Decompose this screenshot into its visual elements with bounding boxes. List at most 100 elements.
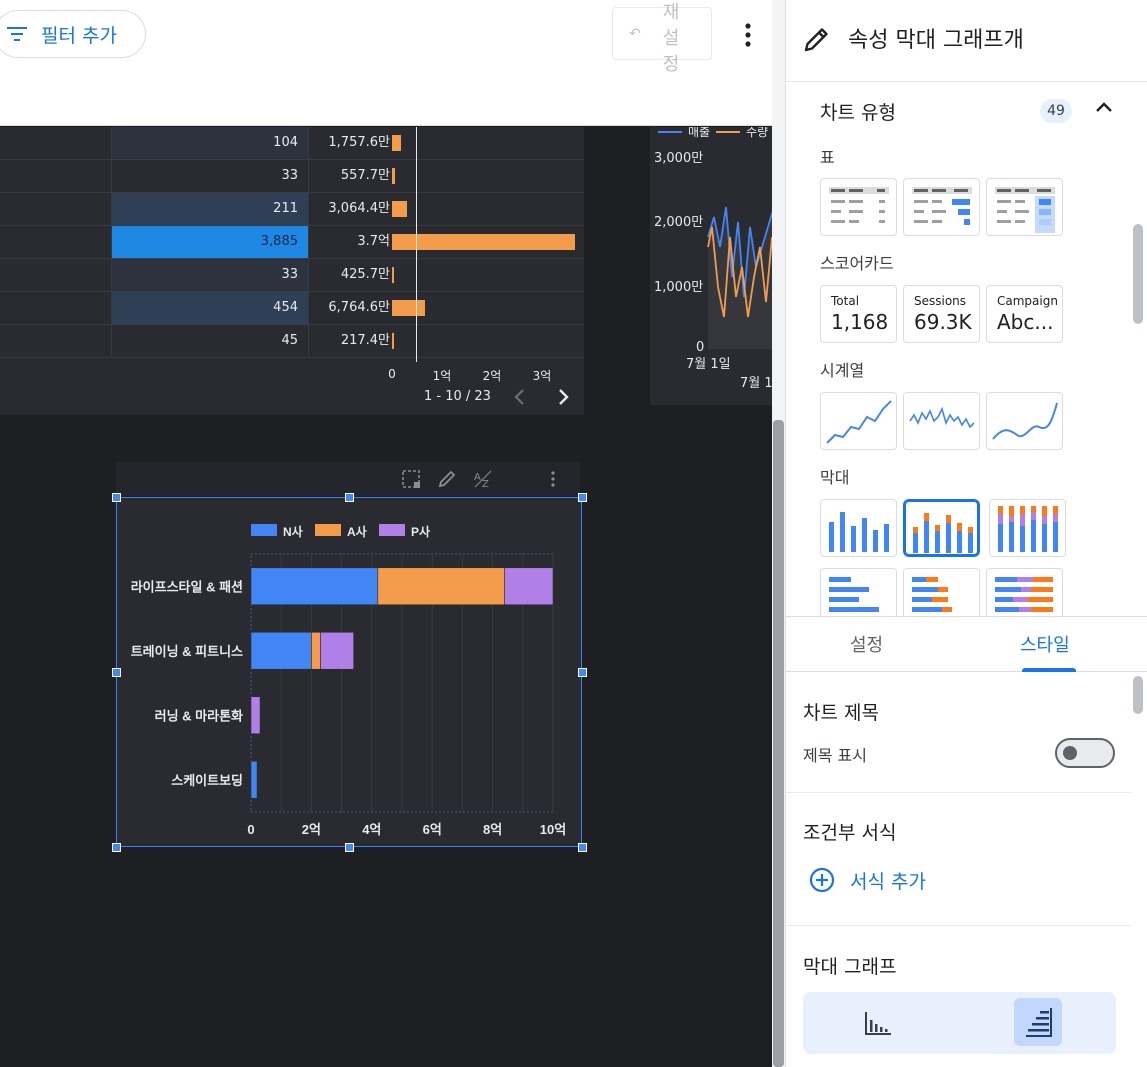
more-vert-icon[interactable] (738, 20, 758, 50)
report-toolbar: 필터 추가 ↶ 재설정 (0, 0, 784, 126)
add-filter-button[interactable]: 필터 추가 (0, 10, 146, 58)
table-cell-count: 104 (111, 127, 309, 159)
more-vert-icon[interactable] (542, 468, 564, 490)
chart-type-title: 차트 유형 (820, 102, 896, 124)
chart-toolbar: A Z (116, 462, 580, 496)
show-title-label: 제목 표시 (803, 746, 867, 765)
panel-title[interactable]: 속성 막대 그래프개 (848, 22, 1024, 54)
category-label-scorecard: 스코어카드 (820, 254, 894, 273)
reference-line (416, 127, 417, 362)
chart-type-stacked-column-100[interactable] (989, 499, 1066, 557)
time-series-chart[interactable]: 매출 수량 3,000만 2,000만 1,000만 0 7월 1일 7월 1 (650, 127, 772, 405)
table-cell (0, 259, 111, 291)
chart-type-timeseries[interactable] (820, 392, 897, 450)
chart-type-stacked-horizontal-bar[interactable] (903, 568, 980, 616)
table-cell (0, 325, 111, 357)
chart-type-table-heatmap[interactable] (986, 178, 1063, 236)
axis-tick: 2억 (482, 369, 502, 383)
bar-segment (320, 631, 354, 670)
table-chart[interactable]: 104 1,757.6만 33 557.7만 211 3,064.4만 3,885 3.7억 3… (0, 127, 584, 415)
vertical-bars-icon[interactable] (863, 1008, 893, 1038)
resize-handle[interactable] (578, 493, 587, 502)
table-row[interactable]: 33 557.7만 (0, 160, 584, 193)
stacked-bar-chart[interactable]: N사 A사 P사 라이프스타일 & 패션 트레이닝 & 피트니스 러닝 & 마라톤화 스케이… (116, 497, 582, 847)
table-bars-thumb-icon (912, 187, 972, 225)
scorecard-label: Sessions (914, 294, 967, 308)
resize-handle[interactable] (112, 493, 121, 502)
resize-handle[interactable] (345, 493, 354, 502)
table-cell (0, 127, 111, 159)
panel-scrollbar-thumb[interactable] (1133, 224, 1143, 324)
chart-type-scorecard-sessions[interactable]: Sessions 69.3K (903, 285, 980, 343)
chart-type-scorecard-total[interactable]: Total 1,168 (820, 285, 897, 343)
chart-type-stacked-horizontal-bar-100[interactable] (986, 568, 1063, 616)
bar-chart-svg: N사 A사 P사라이프스타일 & 패션트레이닝 & 피트니스러닝 & 마라톤화스케이… (131, 524, 566, 837)
chart-type-table-bars[interactable] (903, 178, 980, 236)
table-row[interactable]: 3,885 3.7억 (0, 226, 584, 259)
edit-icon[interactable] (436, 468, 458, 490)
category-label: 스케이트보딩 (171, 773, 243, 788)
properties-panel: 속성 막대 그래프개 차트 유형 49 표 스코어카드 Total 1,168 … (785, 0, 1147, 1067)
x-tick-label: 6억 (423, 822, 442, 837)
x-tick: 7월 1일 (686, 357, 731, 372)
table-cell (0, 226, 111, 258)
chart-title-section-heading: 차트 제목 (803, 702, 879, 724)
chevron-right-icon[interactable] (556, 387, 570, 407)
table-cell-bar (392, 168, 395, 184)
chart-type-section: 차트 유형 49 표 스코어카드 Total 1,168 Sessions 69… (786, 82, 1147, 616)
resize-handle[interactable] (578, 668, 587, 677)
chart-type-timeseries-smooth[interactable] (986, 392, 1063, 450)
table-cell-bar (392, 333, 394, 349)
table-thumb-icon (829, 187, 889, 223)
table-row[interactable]: 45 217.4만 (0, 325, 584, 358)
chart-type-scorecard-campaign[interactable]: Campaign Abc... (986, 285, 1063, 343)
resize-handle[interactable] (578, 843, 587, 852)
scorecard-label: Total (831, 294, 860, 308)
select-area-icon[interactable] (400, 468, 422, 490)
table-cell-amount: 3,064.4만 (328, 201, 390, 216)
horizontal-bars-option[interactable] (1014, 998, 1062, 1046)
canvas-scrollbar[interactable] (772, 0, 785, 1067)
tab-setup[interactable]: 설정 (850, 631, 883, 657)
table-cell-amount: 425.7만 (340, 267, 390, 282)
horizontal-bar-thumb-icon (829, 577, 879, 612)
add-format-button[interactable]: 서식 추가 (808, 866, 926, 894)
table-row[interactable]: 33 425.7만 (0, 259, 584, 292)
table-cell-amount: 1,757.6만 (328, 135, 390, 150)
scrollbar-thumb[interactable] (773, 420, 784, 1067)
panel-scrollbar-thumb[interactable] (1133, 676, 1143, 714)
divider (786, 792, 1131, 793)
legend-label: A사 (347, 524, 367, 539)
chart-type-column[interactable] (820, 499, 897, 557)
stacked-100-column-thumb-icon (998, 506, 1058, 552)
chevron-up-icon[interactable] (1094, 98, 1114, 118)
table-row[interactable]: 104 1,757.6만 (0, 127, 584, 160)
x-tick-label: 10억 (540, 822, 566, 837)
bar-segment (311, 631, 321, 670)
resize-handle[interactable] (345, 843, 354, 852)
category-label-timeseries: 시계열 (820, 361, 865, 380)
chevron-left-icon[interactable] (513, 387, 527, 407)
smooth-line-thumb-icon (992, 402, 1058, 440)
table-cell-count: 211 (111, 193, 309, 225)
scorecard-value: 1,168 (831, 310, 889, 334)
table-row[interactable]: 454 6,764.6만 (0, 292, 584, 325)
resize-handle[interactable] (112, 668, 121, 677)
toggle-knob (1063, 746, 1077, 760)
scorecard-label: Campaign (997, 294, 1058, 308)
sort-az-icon[interactable]: A Z (472, 468, 494, 490)
table-row[interactable]: 211 3,064.4만 (0, 193, 584, 226)
chart-type-stacked-column[interactable] (903, 499, 980, 557)
table-cell-amount: 3.7억 (357, 234, 390, 249)
chart-type-horizontal-bar[interactable] (820, 568, 897, 616)
tab-style[interactable]: 스타일 (1020, 631, 1070, 657)
table-cell-count: 33 (111, 160, 309, 192)
show-title-toggle[interactable] (1055, 738, 1115, 768)
table-cell (0, 292, 111, 324)
chart-type-timeseries-sparkline[interactable] (903, 392, 980, 450)
chart-type-table[interactable] (820, 178, 897, 236)
chart-type-count-badge: 49 (1040, 99, 1072, 123)
reset-button[interactable]: ↶ 재설정 (612, 2, 712, 75)
resize-handle[interactable] (112, 843, 121, 852)
axis-tick: 3억 (532, 369, 552, 383)
